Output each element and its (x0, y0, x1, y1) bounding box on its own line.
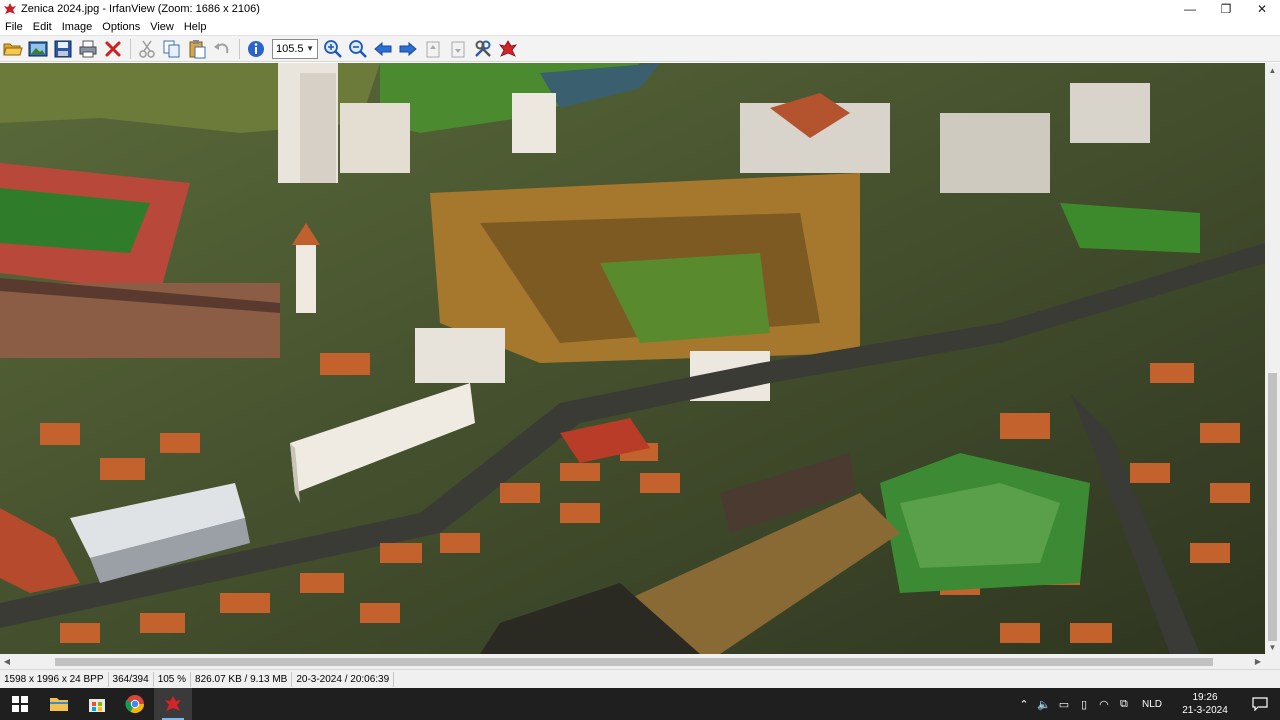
menu-edit[interactable]: Edit (28, 21, 57, 33)
info-button[interactable] (244, 37, 268, 61)
settings-icon (475, 40, 491, 57)
status-index: 364/394 (109, 671, 154, 687)
paste-button[interactable] (185, 37, 209, 61)
previous-button[interactable] (371, 37, 395, 61)
clock[interactable]: 19:26 21-3-2024 (1170, 691, 1240, 717)
paste-icon (189, 39, 206, 58)
taskbar-irfanview[interactable] (154, 688, 192, 720)
aerial-city-image (0, 63, 1265, 654)
horizontal-scrollbar[interactable]: ◀ ▶ (0, 654, 1265, 669)
chevron-down-icon: ▼ (306, 44, 314, 53)
print-button[interactable] (76, 37, 100, 61)
network-icon[interactable]: ▭ (1054, 688, 1074, 720)
taskbar-chrome[interactable] (116, 688, 154, 720)
previous-icon (374, 41, 392, 56)
clock-time: 19:26 (1192, 692, 1218, 703)
print-icon (79, 40, 97, 57)
notification-icon (1252, 697, 1268, 711)
notification-button[interactable] (1240, 688, 1280, 720)
language-indicator[interactable]: NLD (1134, 699, 1170, 710)
scroll-right-icon[interactable]: ▶ (1251, 654, 1265, 669)
zoom-in-icon (324, 39, 342, 58)
status-dimensions: 1598 x 1996 x 24 BPP (0, 671, 109, 687)
irfanview-app-icon[interactable] (3, 2, 17, 16)
scroll-down-icon[interactable]: ▼ (1265, 640, 1280, 654)
taskbar: ⌃ 🔈 ▭ ▯ ◠ ⧉ NLD 19:26 21-3-2024 (0, 688, 1280, 720)
irfanview-button[interactable] (496, 37, 520, 61)
thumbnails-button[interactable] (26, 37, 50, 61)
zoom-out-button[interactable] (346, 37, 370, 61)
start-button[interactable] (0, 688, 40, 720)
irfanview-icon (499, 39, 517, 57)
settings-button[interactable] (471, 37, 495, 61)
windows-logo-icon (12, 696, 28, 712)
menu-bar: File Edit Image Options View Help (0, 18, 1280, 35)
store-icon (89, 699, 105, 712)
page-prev-button[interactable] (421, 37, 445, 61)
menu-file[interactable]: File (0, 21, 28, 33)
taskbar-file-explorer[interactable] (40, 688, 78, 720)
info-icon (248, 40, 264, 57)
title-bar: Zenica 2024.jpg - IrfanView (Zoom: 1686 … (0, 0, 1280, 18)
vertical-scrollbar[interactable]: ▲ ▼ (1265, 63, 1280, 654)
undo-button[interactable] (210, 37, 234, 61)
status-bar: 1598 x 1996 x 24 BPP 364/394 105 % 826.0… (0, 669, 1280, 688)
zoom-combobox[interactable]: 105.5 ▼ (272, 38, 318, 59)
system-tray: ⌃ 🔈 ▭ ▯ ◠ ⧉ NLD 19:26 21-3-2024 (1014, 688, 1280, 720)
cut-icon (139, 40, 155, 58)
wifi-icon[interactable]: ◠ (1094, 688, 1114, 720)
open-button[interactable] (1, 37, 25, 61)
open-folder-icon (3, 43, 23, 55)
next-button[interactable] (396, 37, 420, 61)
vertical-scroll-thumb[interactable] (1268, 373, 1277, 641)
copy-icon (163, 40, 180, 57)
scrollbar-corner (1265, 654, 1280, 669)
delete-icon (105, 41, 121, 56)
zoom-out-icon (349, 39, 367, 58)
page-next-icon (451, 41, 465, 57)
save-button[interactable] (51, 37, 75, 61)
scroll-up-icon[interactable]: ▲ (1265, 63, 1280, 77)
menu-options[interactable]: Options (97, 21, 145, 33)
cut-button[interactable] (135, 37, 159, 61)
menu-image[interactable]: Image (57, 21, 98, 33)
window-title: Zenica 2024.jpg - IrfanView (Zoom: 1686 … (21, 3, 260, 15)
page-prev-icon (426, 41, 440, 57)
pen-icon[interactable]: ⧉ (1114, 688, 1134, 720)
horizontal-scroll-thumb[interactable] (55, 658, 1213, 666)
delete-button[interactable] (101, 37, 125, 61)
image-viewport[interactable] (0, 63, 1265, 654)
toolbar: 105.5 ▼ (0, 35, 1280, 62)
status-size: 826.07 KB / 9.13 MB (191, 671, 293, 687)
zoom-value: 105.5 (276, 42, 304, 55)
clock-date: 21-3-2024 (1182, 705, 1228, 716)
status-zoom: 105 % (154, 671, 192, 687)
page-next-button[interactable] (446, 37, 470, 61)
chevron-up-icon[interactable]: ⌃ (1014, 688, 1034, 720)
status-datetime: 20-3-2024 / 20:06:39 (292, 671, 395, 687)
menu-view[interactable]: View (145, 21, 179, 33)
next-icon (399, 41, 417, 56)
copy-button[interactable] (160, 37, 184, 61)
file-explorer-icon (50, 698, 68, 711)
battery-icon[interactable]: ▯ (1074, 688, 1094, 720)
save-icon (54, 40, 72, 57)
toolbar-separator (130, 38, 131, 59)
zoom-in-button[interactable] (321, 37, 345, 61)
minimize-button[interactable]: — (1172, 0, 1208, 18)
irfanview-taskbar-icon (165, 696, 181, 711)
volume-icon[interactable]: 🔈 (1034, 688, 1054, 720)
close-button[interactable]: ✕ (1244, 0, 1280, 18)
scroll-left-icon[interactable]: ◀ (0, 654, 14, 669)
chrome-icon (125, 695, 144, 714)
menu-help[interactable]: Help (179, 21, 212, 33)
toolbar-separator (239, 38, 240, 59)
taskbar-store[interactable] (78, 688, 116, 720)
maximize-button[interactable]: ❐ (1208, 0, 1244, 18)
thumbnails-icon (28, 41, 48, 56)
undo-icon (214, 42, 229, 53)
